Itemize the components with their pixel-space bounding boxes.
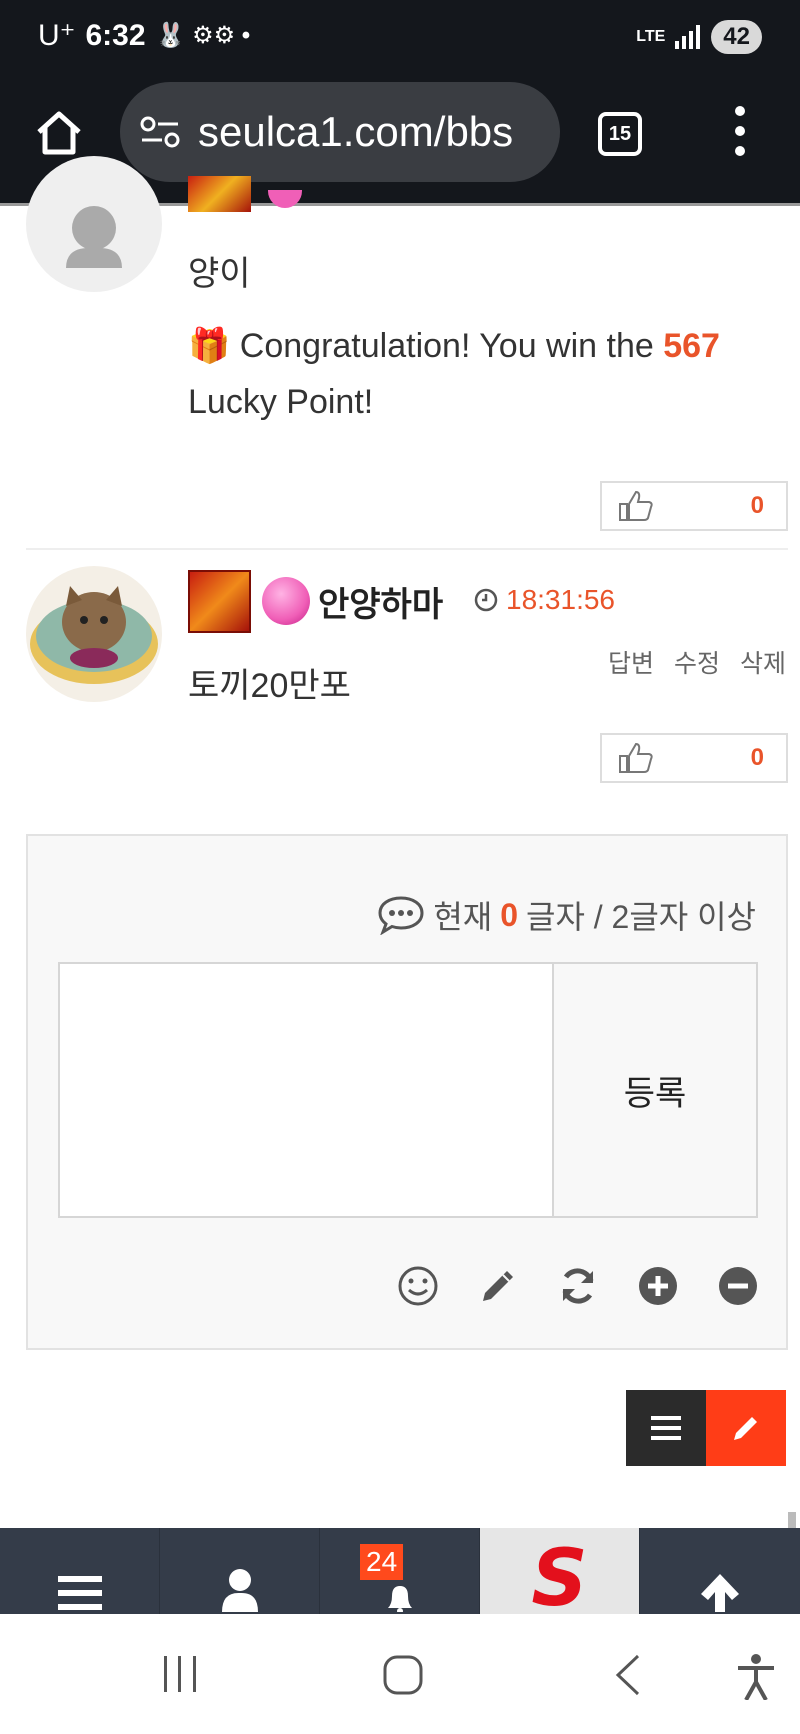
address-bar[interactable]: seulca1.com/bbs <box>120 82 560 182</box>
write-post-button[interactable] <box>706 1390 786 1466</box>
counter-value: 0 <box>500 896 518 933</box>
menu-icon <box>651 1416 681 1440</box>
nav-scroll-top[interactable] <box>640 1528 800 1614</box>
pencil-icon[interactable] <box>476 1264 520 1308</box>
site-logo: S <box>531 1534 588 1624</box>
thumbs-up-icon <box>619 490 653 521</box>
status-bar-right: LTE 42 <box>636 20 762 54</box>
battery-icon: 42 <box>711 20 762 54</box>
menu-icon <box>57 1576 102 1610</box>
lte-icon: LTE <box>636 28 666 45</box>
comment-divider <box>26 548 788 550</box>
submit-button[interactable]: 등록 <box>552 962 758 1218</box>
notification-icons: 🐰 ⚙⚙ • <box>155 22 251 49</box>
gift-icon: 🎁 <box>188 327 231 365</box>
edit-link[interactable]: 수정 <box>674 644 720 680</box>
char-counter: 현재 0 글자 / 2글자 이상 <box>377 892 756 938</box>
lucky-point-message: 🎁 Congratulation! You win the 567 Lucky … <box>188 318 788 430</box>
nav-home-logo[interactable]: S <box>480 1528 640 1618</box>
default-user-icon <box>66 206 122 268</box>
like-count: 0 <box>750 492 764 519</box>
time-text: 18:31:56 <box>506 584 615 615</box>
candy-icon <box>262 577 310 625</box>
avatar[interactable] <box>26 566 162 702</box>
level-icon <box>188 176 251 212</box>
notification-badge: 24 <box>360 1544 404 1580</box>
lucky-suffix: Lucky Point! <box>188 383 374 421</box>
delete-link[interactable]: 삭제 <box>740 644 786 680</box>
pencil-icon <box>734 1417 757 1440</box>
clock-icon <box>474 588 498 612</box>
carrier-label: U⁺ <box>38 19 76 52</box>
minus-circle-icon[interactable] <box>716 1264 760 1308</box>
comment-actions: 답변 수정 삭제 <box>608 644 786 680</box>
lucky-points: 567 <box>663 327 720 365</box>
like-button[interactable]: 0 <box>600 481 788 531</box>
comment-text: 토끼20만포 <box>188 667 351 705</box>
comment-write-box: 현재 0 글자 / 2글자 이상 등록 <box>26 834 788 1350</box>
home-icon[interactable] <box>34 108 84 158</box>
recent-apps-icon[interactable] <box>160 1654 200 1694</box>
cat-avatar-icon <box>30 586 158 684</box>
like-count: 0 <box>750 744 764 771</box>
tab-switcher-button[interactable]: 15 <box>598 112 642 156</box>
user-icon <box>221 1569 258 1612</box>
speech-bubble-icon <box>378 896 424 935</box>
status-bar: U⁺ 6:32 🐰 ⚙⚙ • LTE 42 <box>0 0 800 76</box>
avatar[interactable] <box>26 156 162 292</box>
more-menu-icon[interactable] <box>730 106 750 162</box>
author-nickname[interactable]: 안양하마 <box>318 577 443 626</box>
scrollbar[interactable] <box>788 1512 796 1528</box>
refresh-icon[interactable] <box>556 1264 600 1308</box>
nav-profile[interactable] <box>160 1528 320 1614</box>
comment-text: 양이 <box>188 255 251 293</box>
list-button[interactable] <box>626 1390 706 1466</box>
site-bottom-nav: 24 S <box>0 1528 800 1618</box>
nav-notifications[interactable]: 24 <box>320 1528 480 1614</box>
site-settings-icon[interactable] <box>140 114 180 150</box>
back-icon[interactable] <box>612 1654 642 1696</box>
emoticon-icon[interactable] <box>396 1264 440 1308</box>
thumbs-up-icon <box>619 742 653 773</box>
level-icon <box>188 570 251 633</box>
accessibility-icon[interactable] <box>736 1654 776 1700</box>
counter-prefix: 현재 <box>433 899 493 935</box>
comment-time: 18:31:56 <box>474 584 615 616</box>
comment-input[interactable] <box>58 962 552 1218</box>
signal-icon <box>675 25 701 49</box>
like-button[interactable]: 0 <box>600 733 788 783</box>
nav-menu[interactable] <box>0 1528 160 1614</box>
bell-icon <box>387 1586 412 1612</box>
status-bar-left: U⁺ 6:32 🐰 ⚙⚙ • <box>38 18 250 53</box>
android-nav-bar <box>0 1614 800 1734</box>
floating-buttons <box>626 1390 786 1466</box>
arrow-up-icon <box>701 1574 739 1612</box>
home-nav-icon[interactable] <box>382 1654 424 1696</box>
clock: 6:32 <box>85 18 146 52</box>
counter-suffix: 글자 / 2글자 이상 <box>526 899 756 935</box>
plus-circle-icon[interactable] <box>636 1264 680 1308</box>
url-text[interactable]: seulca1.com/bbs <box>198 108 513 156</box>
reply-link[interactable]: 답변 <box>608 644 654 680</box>
comment-tools <box>396 1264 760 1308</box>
lucky-prefix: Congratulation! You win the <box>239 327 664 365</box>
